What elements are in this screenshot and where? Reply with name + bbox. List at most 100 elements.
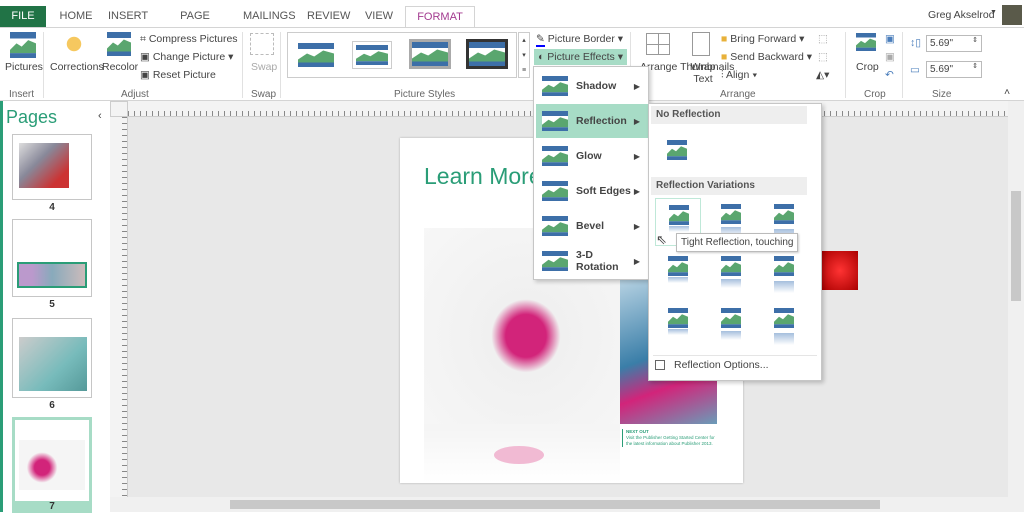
tab-mailings[interactable]: MAILINGS — [243, 6, 296, 27]
vertical-scrollbar[interactable] — [1008, 101, 1024, 497]
menu-item-soft-edges[interactable]: Soft Edges ▶ — [536, 174, 648, 208]
picture-border-icon: ✎ — [536, 33, 545, 47]
group-label-picture-styles: Picture Styles — [394, 89, 456, 100]
reflection-variation-option[interactable] — [708, 250, 754, 298]
gallery-scroll[interactable]: ▴ ▾ ≡ — [518, 32, 530, 78]
tab-insert[interactable]: INSERT — [108, 6, 148, 27]
group-icon[interactable]: ⬚ — [818, 33, 828, 45]
width-icon: ▭ — [910, 64, 920, 76]
reflection-variation-option[interactable] — [761, 302, 807, 350]
style-thumbnail[interactable] — [298, 43, 334, 67]
collapse-ribbon-icon[interactable]: ˄ — [1004, 86, 1010, 98]
reset-picture-button[interactable]: ▣ Reset Picture — [140, 69, 216, 81]
reflection-icon — [542, 111, 568, 131]
menu-item-shadow[interactable]: Shadow ▶ — [536, 69, 648, 103]
send-backward-button[interactable]: ■ Send Backward ▾ — [721, 51, 812, 63]
3d-rotation-icon — [542, 251, 568, 271]
caption[interactable]: NEXT OUT Visit the Publisher Getting Star… — [622, 429, 722, 447]
page-number: 4 — [49, 202, 55, 213]
page-number: 6 — [49, 400, 55, 411]
picture-styles-gallery[interactable] — [287, 32, 517, 78]
corrections-icon — [63, 33, 85, 55]
page-thumbnail-6[interactable] — [12, 318, 92, 398]
group-label-crop: Crop — [864, 89, 886, 100]
menu-item-reflection[interactable]: Reflection ▶ — [536, 104, 648, 138]
photo-reflection — [424, 424, 620, 483]
tab-file[interactable]: FILE — [0, 6, 46, 27]
reflection-variation-option[interactable] — [761, 250, 807, 298]
picture-effects-icon: ◐ — [538, 51, 545, 63]
style-thumbnail[interactable] — [409, 39, 451, 69]
width-input[interactable]: 5.69" ⇕ — [926, 61, 982, 78]
change-picture-button[interactable]: ▣ Change Picture ▾ — [140, 51, 233, 63]
tab-home[interactable]: HOME — [58, 6, 94, 27]
mouse-cursor-icon: ⇖ — [656, 232, 667, 247]
pictures-icon — [10, 32, 36, 58]
reflection-variations-header: Reflection Variations — [651, 177, 807, 195]
style-thumbnail[interactable] — [352, 41, 392, 69]
group-label-adjust: Adjust — [121, 89, 149, 100]
ruler-corner — [110, 101, 128, 117]
tab-view[interactable]: VIEW — [362, 6, 396, 27]
tab-review[interactable]: REVIEW — [307, 6, 350, 27]
height-input[interactable]: 5.69" ⇕ — [926, 35, 982, 52]
tab-page-design[interactable]: PAGE DESIGN — [160, 6, 230, 43]
fill-icon[interactable]: ▣ — [885, 51, 895, 63]
page-thumbnail-5[interactable] — [12, 219, 92, 297]
page-heading[interactable]: Learn More — [424, 163, 542, 190]
swap-button[interactable]: Swap — [251, 61, 277, 73]
avatar[interactable] — [1002, 5, 1022, 25]
collapse-pane-icon[interactable]: ‹ — [98, 110, 102, 122]
ungroup-icon[interactable]: ⬚ — [818, 51, 828, 63]
wrap-text-button[interactable]: Wrap Text — [688, 61, 718, 85]
align-button[interactable]: ⫶ Align ▾ — [721, 69, 757, 82]
menu-item-glow[interactable]: Glow ▶ — [536, 139, 648, 173]
glow-icon — [542, 146, 568, 166]
shadow-icon — [542, 76, 568, 96]
user-name[interactable]: Greg Akselrod — [928, 9, 995, 21]
recolor-icon — [107, 32, 131, 56]
compress-pictures-button[interactable]: ⌗ Compress Pictures — [140, 33, 238, 46]
page-number: 5 — [49, 299, 55, 310]
page-number: 7 — [12, 501, 92, 513]
red-image[interactable] — [822, 251, 858, 290]
menu-item-bevel[interactable]: Bevel ▶ — [536, 209, 648, 243]
horizontal-scrollbar[interactable] — [110, 497, 1024, 512]
wrap-text-icon — [692, 32, 710, 56]
reflection-options-button[interactable]: Reflection Options... — [674, 359, 769, 371]
group-label-swap: Swap — [251, 89, 277, 100]
crop-button[interactable]: Crop — [856, 61, 879, 73]
no-reflection-header: No Reflection — [651, 106, 807, 124]
reflection-variation-option[interactable] — [708, 302, 754, 350]
group-label-arrange: Arrange — [720, 89, 756, 100]
picture-border-button[interactable]: ✎ Picture Border ▾ — [536, 33, 623, 47]
page-thumbnail-7-selected[interactable] — [12, 417, 92, 511]
menu-item-3d-rotation[interactable]: 3-D Rotation ▶ — [536, 244, 648, 278]
tooltip: Tight Reflection, touching — [676, 233, 799, 252]
corrections-button[interactable]: Corrections — [50, 61, 104, 73]
reflection-variation-option[interactable] — [655, 250, 701, 298]
pictures-button[interactable]: Pictures — [5, 61, 43, 73]
swap-icon — [250, 33, 274, 55]
bring-forward-icon: ■ — [721, 33, 728, 45]
tab-format[interactable]: FORMAT — [405, 6, 475, 28]
reset-picture-icon: ▣ — [140, 69, 153, 81]
chevron-down-icon[interactable]: ▼ — [990, 9, 997, 16]
reflection-variation-option[interactable] — [655, 302, 701, 350]
rotate-icon[interactable]: ◭▾ — [816, 69, 829, 81]
style-thumbnail[interactable] — [466, 39, 508, 69]
picture-effects-menu: Shadow ▶ Reflection ▶ Glow ▶ Soft Edges ▶ Be… — [533, 66, 649, 280]
no-reflection-option[interactable] — [667, 140, 687, 160]
clear-crop-icon[interactable]: ↶ — [885, 69, 894, 81]
picture-effects-button[interactable]: ◐ Picture Effects ▾ — [534, 49, 627, 65]
bring-forward-button[interactable]: ■ Bring Forward ▾ — [721, 33, 804, 45]
page-thumbnail-4[interactable] — [12, 134, 92, 200]
recolor-button[interactable]: Recolor — [102, 61, 138, 73]
fit-icon[interactable]: ▣ — [885, 33, 895, 45]
pages-pane: Pages ‹ 4 5 6 7 — [0, 101, 110, 513]
group-label-size: Size — [932, 89, 952, 100]
group-label-insert: Insert — [9, 89, 35, 100]
height-icon: ↕▯ — [910, 37, 922, 49]
pages-title: Pages — [6, 107, 58, 127]
ribbon: Pictures Insert Corrections Recolor ⌗ Co… — [0, 27, 1024, 101]
